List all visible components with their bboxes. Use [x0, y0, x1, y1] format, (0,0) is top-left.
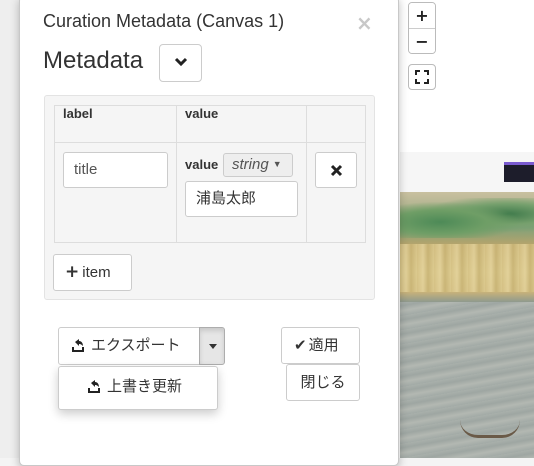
- zoom-control: + −: [408, 2, 436, 54]
- export-dropdown-menu: 上書き更新: [58, 366, 218, 410]
- value-type-label: value: [185, 157, 219, 172]
- column-header-value: value: [176, 105, 307, 143]
- menu-item-overwrite-label: 上書き更新: [107, 378, 183, 395]
- curation-metadata-dialog: Curation Metadata (Canvas 1) × Metadata …: [19, 0, 399, 466]
- plus-icon: +: [65, 262, 80, 282]
- value-type-text: string: [232, 156, 269, 173]
- apply-label: 適用: [308, 337, 339, 354]
- value-input[interactable]: 浦島太郎: [185, 181, 298, 217]
- background-strip: [0, 0, 20, 458]
- metadata-table: label value title value string ▼ 浦島太郎: [54, 105, 366, 243]
- add-item-button[interactable]: + item: [53, 254, 132, 291]
- apply-button[interactable]: ✔ 適用: [281, 327, 360, 364]
- export-label: エクスポート: [91, 337, 181, 354]
- dialog-close-icon[interactable]: ×: [356, 11, 373, 35]
- image-hills: [400, 198, 534, 238]
- fullscreen-button[interactable]: [408, 64, 436, 90]
- caret-down-icon: [209, 344, 217, 349]
- table-header-row: label value: [54, 105, 366, 143]
- zoom-out-button[interactable]: −: [409, 28, 435, 53]
- dialog-title: Curation Metadata (Canvas 1): [43, 11, 285, 31]
- image-boat: [460, 420, 520, 438]
- export-icon: [72, 339, 84, 352]
- chevron-down-icon: [174, 57, 188, 67]
- export-dropdown-toggle[interactable]: [199, 327, 225, 365]
- export-button[interactable]: エクスポート: [58, 327, 200, 365]
- remove-row-button[interactable]: [315, 152, 357, 188]
- times-icon: [330, 164, 343, 177]
- table-row: title value string ▼ 浦島太郎: [54, 142, 366, 243]
- fullscreen-icon: [415, 70, 429, 84]
- menu-item-overwrite[interactable]: 上書き更新: [59, 367, 217, 409]
- check-icon: ✔: [294, 336, 307, 354]
- column-header-label: label: [54, 105, 177, 143]
- collapse-metadata-button[interactable]: [159, 44, 202, 82]
- zoom-in-button[interactable]: +: [409, 3, 435, 28]
- image-gold-clouds: [400, 244, 534, 292]
- export-icon: [88, 380, 100, 393]
- label-input[interactable]: title: [63, 152, 168, 188]
- column-header-action: [306, 105, 366, 143]
- image-header-bar: [504, 162, 534, 182]
- value-type-select[interactable]: string ▼: [223, 153, 293, 177]
- add-item-label: item: [82, 264, 111, 281]
- caret-down-icon: ▼: [272, 159, 282, 169]
- metadata-heading: Metadata: [43, 47, 144, 74]
- close-button[interactable]: 閉じる: [286, 364, 360, 401]
- canvas-image[interactable]: [400, 152, 534, 458]
